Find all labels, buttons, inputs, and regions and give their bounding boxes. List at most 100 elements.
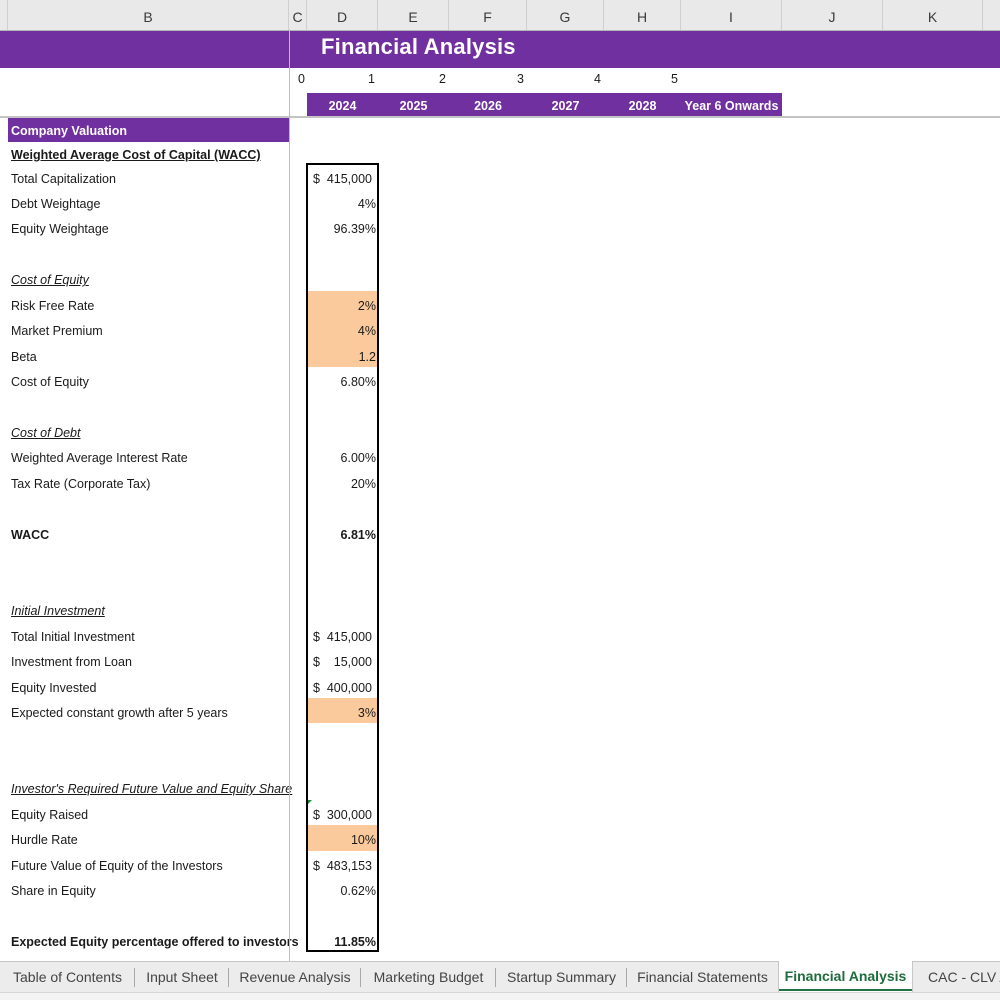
label: Hurdle Rate bbox=[11, 833, 78, 848]
cell-hurdle-rate-input[interactable]: 10% bbox=[307, 825, 377, 851]
label: Initial Investment bbox=[11, 604, 105, 619]
cell-weighted-avg-interest-rate[interactable]: 6.00% bbox=[307, 443, 377, 469]
cell-total-capitalization[interactable]: $415,000 bbox=[307, 164, 377, 190]
row-initial-investment-header[interactable]: Initial Investment bbox=[0, 596, 289, 621]
column-header-f[interactable]: F bbox=[449, 0, 527, 30]
page-title: Financial Analysis bbox=[321, 34, 516, 59]
column-header-h[interactable]: H bbox=[604, 0, 681, 30]
row-equity-weightage[interactable]: Equity Weightage bbox=[0, 214, 289, 239]
tab-startup-summary[interactable]: Startup Summary bbox=[496, 962, 627, 992]
tab-label: Financial Analysis bbox=[784, 968, 907, 984]
row-wacc-header[interactable]: Weighted Average Cost of Capital (WACC) bbox=[0, 140, 289, 165]
cell-debt-weightage[interactable]: 4% bbox=[307, 189, 377, 215]
row-weighted-avg-interest-rate[interactable]: Weighted Average Interest Rate bbox=[0, 443, 289, 468]
currency-symbol: $ bbox=[313, 629, 320, 644]
row-expected-constant-growth[interactable]: Expected constant growth after 5 years bbox=[0, 698, 289, 723]
cell-equity-weightage[interactable]: 96.39% bbox=[307, 214, 377, 240]
cell-equity-invested[interactable]: $400,000 bbox=[307, 673, 377, 699]
column-header-b[interactable]: B bbox=[8, 0, 289, 30]
row-investor-header[interactable]: Investor's Required Future Value and Equ… bbox=[0, 774, 292, 799]
year-2028: 2028 bbox=[628, 99, 657, 113]
cell-value: 0.62% bbox=[340, 884, 376, 899]
cell-market-premium-input[interactable]: 4% bbox=[307, 316, 377, 342]
cell-value: 415,000 bbox=[326, 171, 372, 186]
tab-financial-analysis[interactable]: Financial Analysis bbox=[778, 961, 913, 992]
tab-cac-clv-analysis[interactable]: CAC - CLV A bbox=[913, 962, 1000, 992]
row-market-premium[interactable]: Market Premium bbox=[0, 316, 289, 341]
row-equity-invested[interactable]: Equity Invested bbox=[0, 673, 289, 698]
cell-value: 4% bbox=[357, 324, 376, 339]
period-3: 3 bbox=[517, 72, 524, 86]
cell-value: 3% bbox=[357, 705, 376, 720]
label: Investment from Loan bbox=[11, 655, 132, 670]
column-header-a[interactable] bbox=[0, 0, 8, 30]
row-future-value-equity[interactable]: Future Value of Equity of the Investors bbox=[0, 851, 289, 876]
row-debt-weightage[interactable]: Debt Weightage bbox=[0, 189, 289, 214]
error-indicator-icon[interactable] bbox=[307, 799, 312, 805]
tab-financial-statements[interactable]: Financial Statements bbox=[627, 962, 778, 992]
row-cost-of-equity-header[interactable]: Cost of Equity bbox=[0, 265, 289, 290]
row-tax-rate[interactable]: Tax Rate (Corporate Tax) bbox=[0, 469, 289, 494]
sheet-tab-bar: Table of Contents Input Sheet Revenue An… bbox=[0, 961, 1000, 992]
column-header-c[interactable]: C bbox=[289, 0, 307, 30]
label: Weighted Average Interest Rate bbox=[11, 451, 188, 466]
row-investment-from-loan[interactable]: Investment from Loan bbox=[0, 647, 289, 672]
cell-expected-equity-pct[interactable]: 11.85% bbox=[307, 927, 377, 953]
row-cost-of-equity[interactable]: Cost of Equity bbox=[0, 367, 289, 392]
label: Cost of Equity bbox=[11, 273, 89, 288]
column-header-d[interactable]: D bbox=[307, 0, 378, 30]
cell-total-initial-investment[interactable]: $415,000 bbox=[307, 622, 377, 648]
column-header-j[interactable]: J bbox=[782, 0, 883, 30]
cell-cost-of-equity[interactable]: 6.80% bbox=[307, 367, 377, 393]
currency-symbol: $ bbox=[313, 680, 320, 695]
frozen-pane-vertical bbox=[289, 31, 290, 961]
label: Cost of Equity bbox=[11, 375, 89, 390]
tab-table-of-contents[interactable]: Table of Contents bbox=[0, 962, 135, 992]
row-total-initial-investment[interactable]: Total Initial Investment bbox=[0, 622, 289, 647]
year-2027: 2027 bbox=[551, 99, 580, 113]
year-2024: 2024 bbox=[328, 99, 357, 113]
status-strip bbox=[0, 992, 1000, 1000]
row-hurdle-rate[interactable]: Hurdle Rate bbox=[0, 825, 289, 850]
label: Total Capitalization bbox=[11, 171, 116, 186]
row-beta[interactable]: Beta bbox=[0, 342, 289, 367]
label: Total Initial Investment bbox=[11, 629, 135, 644]
row-share-in-equity[interactable]: Share in Equity bbox=[0, 876, 289, 901]
tab-input-sheet[interactable]: Input Sheet bbox=[135, 962, 229, 992]
column-header-l[interactable] bbox=[983, 0, 1000, 30]
title-bar: Financial Analysis bbox=[0, 31, 1000, 68]
row-total-capitalization[interactable]: Total Capitalization bbox=[0, 164, 289, 189]
period-5: 5 bbox=[671, 72, 678, 86]
cell-risk-free-rate-input[interactable]: 2% bbox=[307, 290, 377, 317]
tab-label: Input Sheet bbox=[146, 969, 218, 985]
column-header-i[interactable]: I bbox=[681, 0, 782, 30]
row-expected-equity-pct[interactable]: Expected Equity percentage offered to in… bbox=[0, 927, 299, 952]
row-cost-of-debt-header[interactable]: Cost of Debt bbox=[0, 418, 289, 443]
cell-beta-input[interactable]: 1.2 bbox=[307, 341, 377, 368]
cell-investment-from-loan[interactable]: $15,000 bbox=[307, 647, 377, 673]
cell-share-in-equity[interactable]: 0.62% bbox=[307, 876, 377, 902]
column-header-k[interactable]: K bbox=[883, 0, 983, 30]
period-1: 1 bbox=[368, 72, 375, 86]
tab-marketing-budget[interactable]: Marketing Budget bbox=[361, 962, 496, 992]
label: Future Value of Equity of the Investors bbox=[11, 858, 223, 873]
column-header-e[interactable]: E bbox=[378, 0, 449, 30]
cell-future-value-equity[interactable]: $483,153 bbox=[307, 851, 377, 877]
cell-tax-rate[interactable]: 20% bbox=[307, 469, 377, 495]
section-company-valuation[interactable]: Company Valuation bbox=[8, 118, 289, 142]
tab-label: Revenue Analysis bbox=[239, 969, 351, 985]
cell-value: 6.81% bbox=[340, 527, 376, 542]
row-equity-raised[interactable]: Equity Raised bbox=[0, 800, 289, 825]
row-wacc[interactable]: WACC bbox=[0, 520, 289, 545]
column-header-g[interactable]: G bbox=[527, 0, 604, 30]
year-6-onwards: Year 6 Onwards bbox=[684, 99, 779, 113]
currency-symbol: $ bbox=[313, 858, 320, 873]
cell-value: 6.00% bbox=[340, 451, 376, 466]
row-risk-free-rate[interactable]: Risk Free Rate bbox=[0, 291, 289, 316]
cell-expected-constant-growth-input[interactable]: 3% bbox=[307, 697, 377, 724]
year-2025: 2025 bbox=[399, 99, 428, 113]
label: Equity Weightage bbox=[11, 222, 109, 237]
tab-revenue-analysis[interactable]: Revenue Analysis bbox=[229, 962, 361, 992]
cell-equity-raised[interactable]: $300,000 bbox=[307, 799, 377, 826]
cell-wacc[interactable]: 6.81% bbox=[307, 520, 377, 546]
